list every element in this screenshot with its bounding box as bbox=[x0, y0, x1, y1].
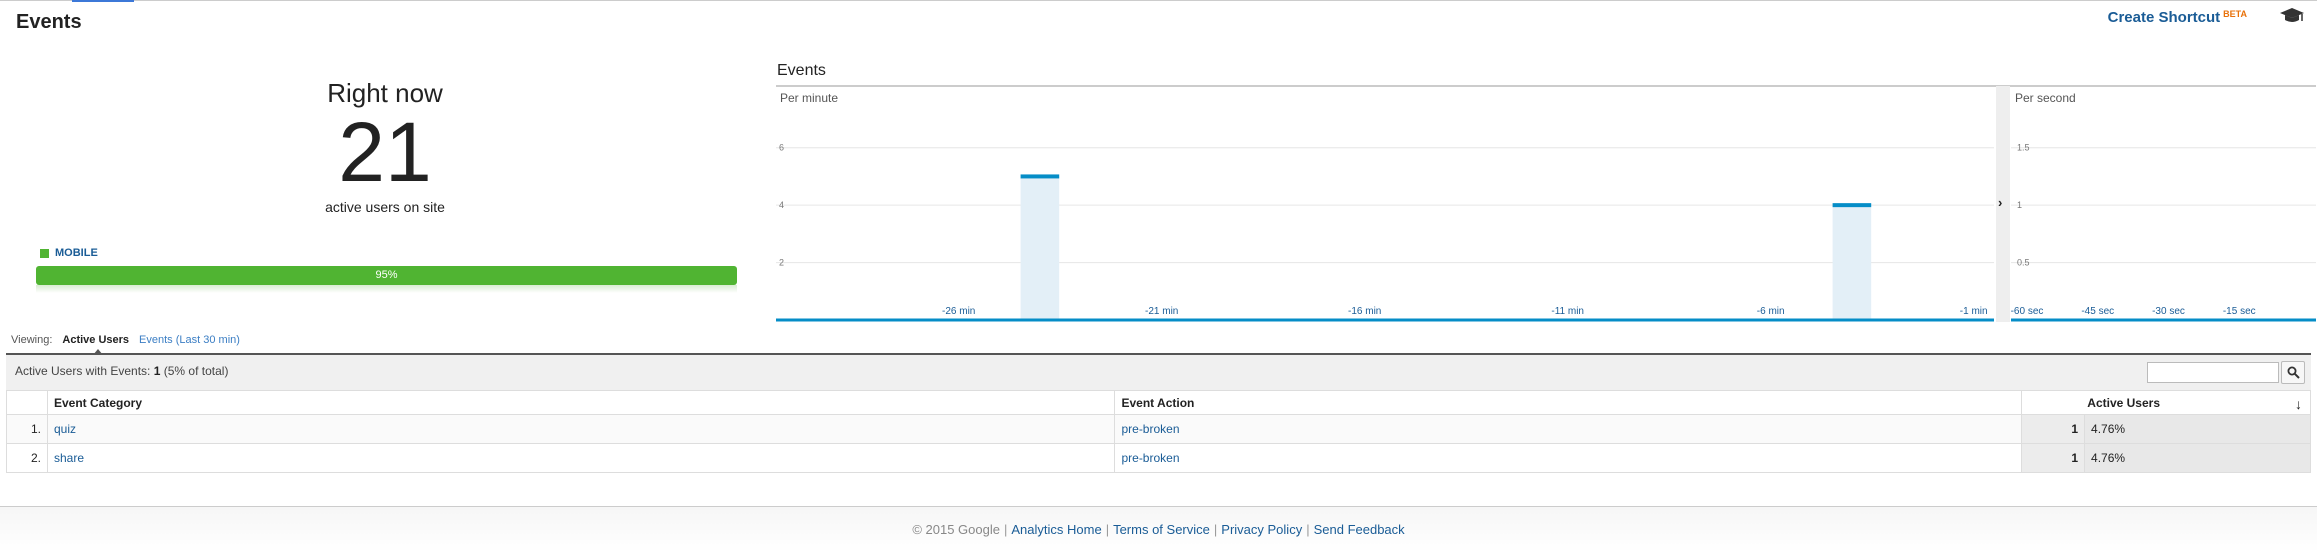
per-minute-bar-cap bbox=[1832, 203, 1872, 208]
events-chart: Per minute Per second › 2 4 6 -26 min -21 mi… bbox=[776, 84, 2316, 324]
row-index: 2. bbox=[6, 443, 48, 473]
per-second-y-tick: 1.5 bbox=[2017, 143, 2030, 153]
mobile-swatch bbox=[40, 248, 49, 258]
page-title: Events bbox=[16, 11, 82, 33]
active-users-caption: active users on site bbox=[325, 199, 445, 215]
active-users-count: 21 bbox=[338, 105, 432, 199]
table-search-button[interactable] bbox=[2281, 361, 2305, 384]
viewing-label: Viewing: bbox=[11, 334, 53, 346]
per-second-y-tick: 0.5 bbox=[2017, 258, 2030, 268]
right-now-panel: Right now 21 active users on site bbox=[285, 78, 485, 215]
active-users-cell: 1 bbox=[2021, 414, 2086, 444]
per-minute-x-tick: -21 min bbox=[1145, 306, 1178, 317]
per-minute-bar bbox=[1832, 205, 1872, 320]
events-table: Event Category Event Action Active Users… bbox=[6, 390, 2311, 473]
device-legend[interactable]: MOBILE bbox=[40, 247, 98, 259]
per-minute-x-tick: -11 min bbox=[1551, 306, 1584, 317]
summary-value: 1 bbox=[153, 364, 161, 378]
per-minute-bar-cap bbox=[1020, 174, 1060, 179]
footer-link-feedback[interactable]: Send Feedback bbox=[1314, 522, 1405, 537]
table-search-input[interactable] bbox=[2147, 362, 2279, 383]
tab-events-last-30-min[interactable]: Events (Last 30 min) bbox=[139, 334, 240, 346]
table-row: 2. share pre-broken 1 4.76% bbox=[6, 443, 2311, 473]
event-action-cell: pre-broken bbox=[1114, 414, 2023, 444]
per-minute-x-tick: -6 min bbox=[1757, 306, 1785, 317]
table-toolbar: Active Users with Events: 1 (5% of total… bbox=[6, 353, 2311, 390]
event-category-link[interactable]: share bbox=[54, 451, 84, 465]
per-minute-x-tick: -1 min bbox=[1960, 306, 1988, 317]
mobile-share-bar: 95% bbox=[36, 266, 737, 285]
create-shortcut-link[interactable]: Create Shortcut BETA bbox=[2108, 9, 2247, 26]
graduation-cap-icon[interactable] bbox=[2279, 7, 2305, 25]
event-action-link[interactable]: pre-broken bbox=[1121, 422, 1179, 436]
create-shortcut-label[interactable]: Create Shortcut bbox=[2108, 9, 2221, 26]
top-accent bbox=[72, 0, 134, 2]
header-event-category[interactable]: Event Category bbox=[46, 390, 1116, 415]
footer-link-analytics-home[interactable]: Analytics Home bbox=[1011, 522, 1101, 537]
per-second-x-tick: -15 sec bbox=[2223, 306, 2256, 317]
active-users-percent: 4.76% bbox=[2084, 414, 2311, 444]
header-index bbox=[6, 390, 48, 415]
events-chart-svg: Per minute Per second › 2 4 6 -26 min -21 mi… bbox=[776, 85, 2316, 322]
header-active-users-label[interactable]: Active Users bbox=[2087, 396, 2160, 410]
events-chart-label: Events bbox=[777, 62, 826, 79]
event-category-link[interactable]: quiz bbox=[54, 422, 76, 436]
event-category-cell: share bbox=[46, 443, 1116, 473]
mobile-legend-label[interactable]: MOBILE bbox=[55, 247, 98, 259]
event-category-cell: quiz bbox=[46, 414, 1116, 444]
active-users-percent: 4.76% bbox=[2084, 443, 2311, 473]
footer-link-terms[interactable]: Terms of Service bbox=[1113, 522, 1210, 537]
tab-active-users[interactable]: Active Users bbox=[62, 334, 129, 346]
table-row: 1. quiz pre-broken 1 4.76% bbox=[6, 414, 2311, 444]
header-active-users[interactable]: Active Users ↓ bbox=[2021, 390, 2311, 415]
events-summary: Active Users with Events: 1 (5% of total… bbox=[15, 364, 228, 378]
per-second-x-tick: -60 sec bbox=[2011, 306, 2044, 317]
bar-shadow bbox=[36, 285, 737, 293]
footer-link-privacy[interactable]: Privacy Policy bbox=[1221, 522, 1302, 537]
per-second-y-tick: 1 bbox=[2017, 200, 2022, 210]
event-action-link[interactable]: pre-broken bbox=[1121, 451, 1179, 465]
event-action-cell: pre-broken bbox=[1114, 443, 2023, 473]
footer: © 2015 Google | Analytics Home | Terms of Se… bbox=[0, 506, 2317, 552]
copyright-text: © 2015 Google bbox=[912, 522, 1000, 537]
viewing-tabs: Viewing: Active Users Events (Last 30 mi… bbox=[11, 334, 240, 355]
search-icon bbox=[2287, 366, 2300, 379]
per-minute-x-tick: -26 min bbox=[942, 306, 975, 317]
active-users-cell: 1 bbox=[2021, 443, 2086, 473]
per-second-x-tick: -45 sec bbox=[2081, 306, 2114, 317]
per-minute-bar bbox=[1020, 176, 1060, 320]
per-minute-y-tick: 4 bbox=[779, 200, 784, 210]
top-border bbox=[0, 0, 2317, 1]
header-event-action[interactable]: Event Action bbox=[1114, 390, 2023, 415]
per-minute-x-tick: -16 min bbox=[1348, 306, 1381, 317]
per-second-title: Per second bbox=[2015, 91, 2076, 105]
per-minute-y-tick: 6 bbox=[779, 143, 784, 153]
per-second-x-tick: -30 sec bbox=[2152, 306, 2185, 317]
chevron-right-icon[interactable]: › bbox=[1998, 195, 2002, 210]
per-minute-y-tick: 2 bbox=[779, 258, 784, 268]
summary-prefix: Active Users with Events: bbox=[15, 364, 151, 378]
per-minute-title: Per minute bbox=[780, 91, 838, 105]
beta-badge: BETA bbox=[2223, 9, 2247, 19]
table-header-row: Event Category Event Action Active Users… bbox=[6, 390, 2311, 415]
row-index: 1. bbox=[6, 414, 48, 444]
sort-descending-icon[interactable]: ↓ bbox=[2295, 396, 2302, 412]
summary-suffix: (5% of total) bbox=[163, 364, 229, 378]
